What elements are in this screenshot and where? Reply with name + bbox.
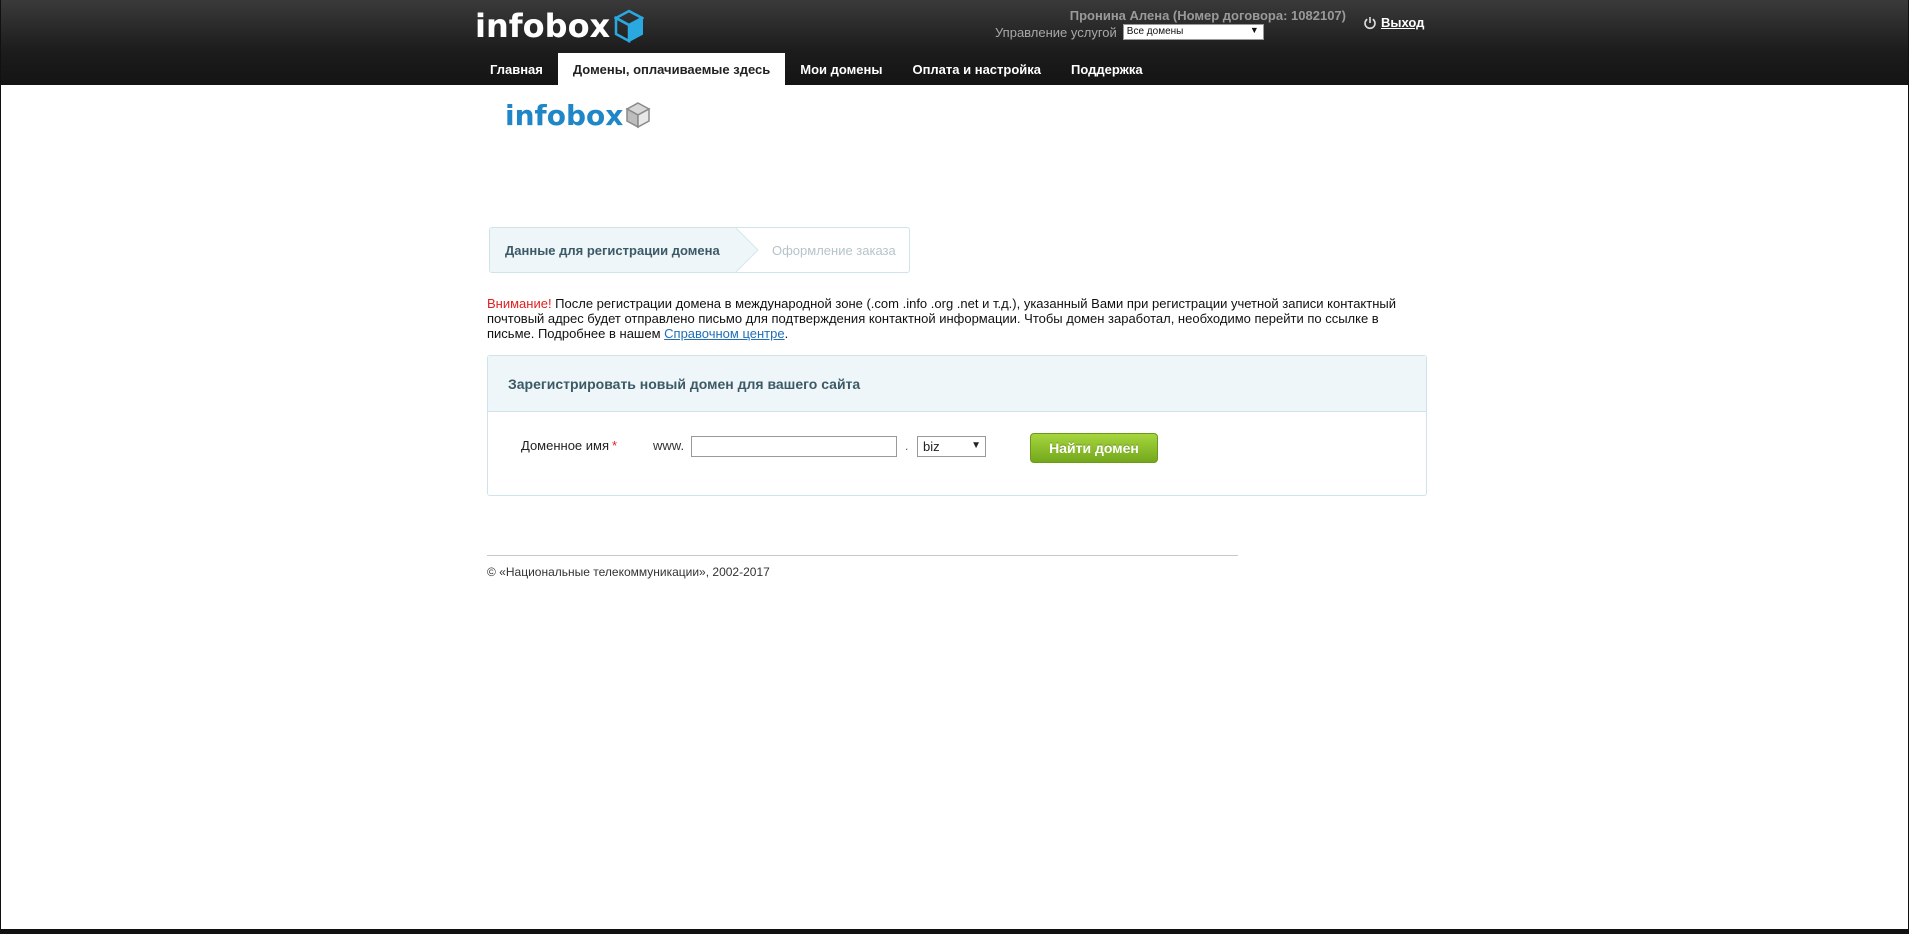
box-logo-icon — [614, 9, 645, 43]
registration-notice: Внимание! После регистрации домена в меж… — [487, 296, 1407, 341]
help-center-link[interactable]: Справочном центре — [664, 326, 784, 341]
nav-item-my-domains[interactable]: Мои домены — [785, 53, 897, 85]
notice-warning: Внимание! — [487, 296, 552, 311]
tld-select-value: biz — [923, 439, 940, 454]
dropdown-arrow-icon: ▼ — [1249, 25, 1259, 35]
content-logo: infobox — [505, 98, 651, 132]
user-account-info: Пронина Алена (Номер договора: 1082107) — [1069, 8, 1346, 23]
step-chevron-icon — [736, 228, 759, 272]
services-label: Управление услугой — [995, 24, 1117, 40]
notice-tail: . — [784, 326, 789, 341]
dropdown-arrow-icon: ▼ — [971, 440, 981, 451]
content-logo-text: infobox — [505, 98, 624, 132]
domain-name-input[interactable] — [691, 436, 897, 457]
header-logo-text: infobox — [475, 7, 611, 45]
www-prefix: www. — [653, 438, 685, 453]
nav-item-domains-paid-here[interactable]: Домены, оплачиваемые здесь — [557, 53, 786, 85]
order-steps: Данные для регистрации домена Оформление… — [489, 227, 910, 273]
top-header: infobox Пронина Алена (Номер договора: 1… — [1, 0, 1908, 85]
nav-item-home[interactable]: Главная — [475, 53, 558, 85]
step-domain-data: Данные для регистрации домена — [490, 228, 736, 272]
nav-item-payment-settings[interactable]: Оплата и настройка — [897, 53, 1056, 85]
domain-name-label-text: Доменное имя — [521, 438, 610, 453]
header-logo[interactable]: infobox — [475, 6, 645, 46]
box-logo-icon — [625, 102, 651, 129]
power-icon — [1364, 16, 1376, 29]
panel-title: Зарегистрировать новый домен для вашего … — [488, 356, 1426, 412]
services-selector-row: Управление услугой Все домены ▼ — [995, 24, 1264, 40]
find-domain-button[interactable]: Найти домен — [1030, 433, 1158, 463]
register-domain-panel: Зарегистрировать новый домен для вашего … — [487, 355, 1427, 496]
notice-text: После регистрации домена в международной… — [487, 296, 1396, 341]
nav-item-support[interactable]: Поддержка — [1056, 53, 1158, 85]
logout-label: Выход — [1381, 15, 1425, 30]
required-mark: * — [612, 438, 618, 453]
services-select-value: Все домены — [1126, 26, 1184, 37]
footer-divider — [487, 555, 1238, 556]
services-select[interactable]: Все домены ▼ — [1122, 24, 1264, 40]
step-order-checkout: Оформление заказа — [772, 242, 896, 258]
logout-link[interactable]: Выход — [1363, 15, 1424, 30]
main-nav: Главная Домены, оплачиваемые здесь Мои д… — [475, 53, 1158, 85]
tld-separator: . — [905, 439, 909, 453]
footer-copyright: © «Национальные телекоммуникации», 2002-… — [487, 565, 770, 579]
tld-select[interactable]: biz ▼ — [917, 436, 986, 457]
domain-name-label: Доменное имя * — [521, 438, 617, 453]
page: infobox Пронина Алена (Номер договора: 1… — [1, 0, 1908, 929]
domain-search-row: Доменное имя * www. . biz ▼ Найти домен — [488, 430, 1426, 463]
